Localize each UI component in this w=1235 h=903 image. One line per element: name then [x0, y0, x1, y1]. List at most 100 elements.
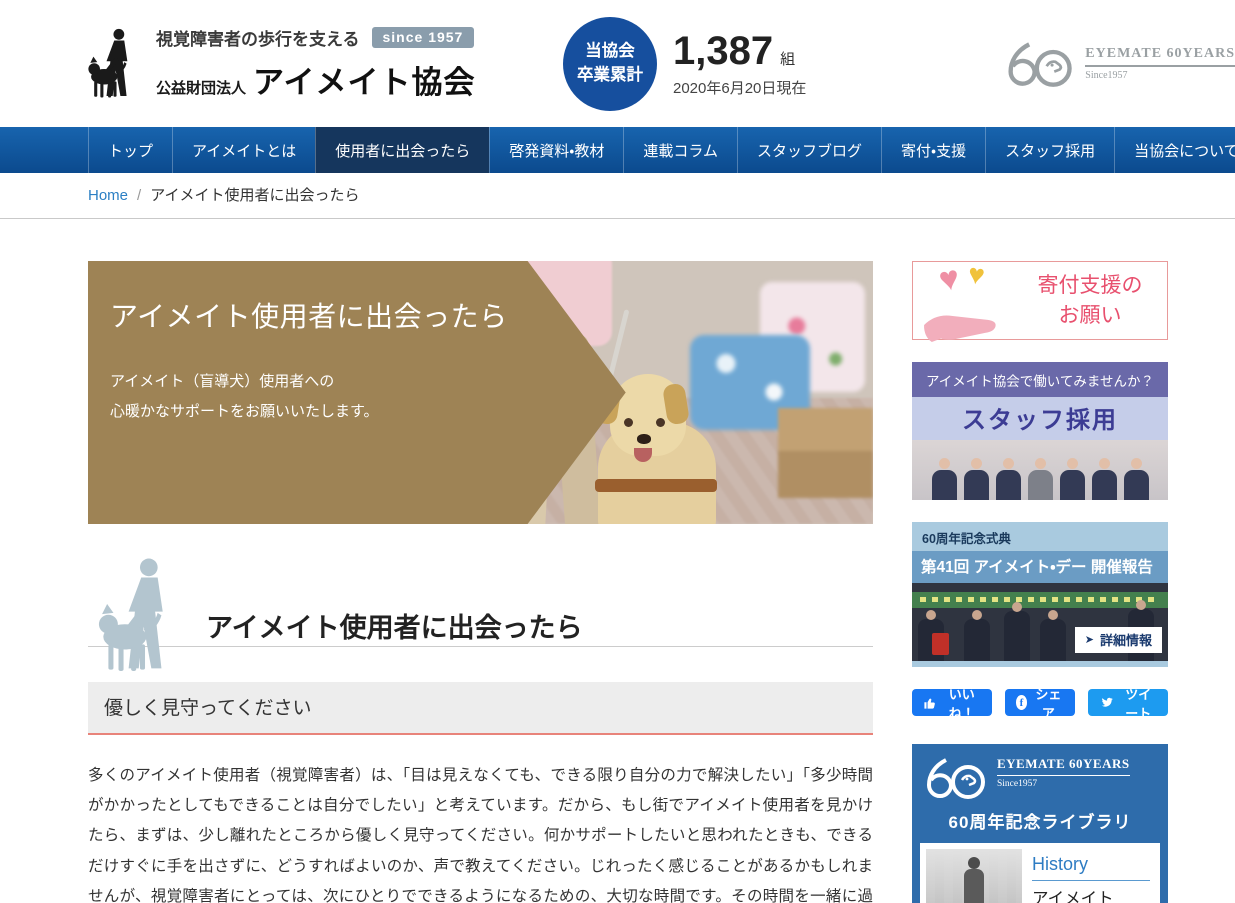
staff-figure — [1059, 458, 1085, 500]
anniversary-library-widget: EYEMATE 60YEARS Since1957 60周年記念ライブラリ Hi… — [912, 744, 1168, 903]
event-photo-figure — [1040, 610, 1066, 661]
nav-item-about-org[interactable]: 当協会について — [1114, 127, 1235, 173]
staff-figure — [1123, 458, 1149, 500]
donation-banner-text: 寄付支援の お願い — [1021, 271, 1167, 330]
event-tag: 60周年記念式典 — [922, 532, 1011, 546]
event-photo-red-sign — [932, 633, 949, 655]
section-heading: 優しく見守ってください — [88, 682, 873, 735]
body-paragraph: 多くのアイメイト使用者（視覚障害者）は、「目は見えなくても、できる限り自分の力で… — [88, 767, 873, 903]
breadcrumb-current: アイメイト使用者に出会ったら — [150, 187, 360, 204]
nav-item-top[interactable]: トップ — [88, 127, 172, 173]
main-nav: トップ アイメイトとは 使用者に出会ったら 啓発資料・教材 連載コラム スタッフ… — [0, 127, 1235, 173]
facebook-icon: f — [1015, 695, 1028, 710]
hero-subtitle-line1: アイメイト（盲導犬）使用者への — [110, 373, 335, 390]
event-photo-figure — [1004, 602, 1030, 661]
hero-banner: アイメイト使用者に出会ったら アイメイト（盲導犬）使用者への 心暖かなサポートを… — [88, 261, 873, 524]
hero-subtitle-line2: 心暖かなサポートをお願いいたします。 — [110, 403, 379, 420]
library-logo-title: EYEMATE 60YEARS — [997, 756, 1130, 776]
since-badge: since 1957 — [371, 27, 475, 48]
nav-item-about-eyemate[interactable]: アイメイトとは — [172, 127, 315, 173]
anniversary-event-banner[interactable]: 60周年記念式典 第41回 アイメイト・デー 開催報告 ➤ 詳細情報 — [912, 522, 1168, 667]
staff-figure — [995, 458, 1021, 500]
like-label: いいね！ — [948, 686, 975, 721]
main-layout: アイメイト使用者に出会ったら アイメイト（盲導犬）使用者への 心暖かなサポートを… — [88, 257, 1168, 903]
tweet-label: ツイート — [1125, 686, 1152, 721]
hero-photo-dog-eye — [655, 417, 665, 427]
stats-numbers: 1,387 組 2020年6月20日現在 — [673, 29, 806, 98]
anniversary-60-logo: EYEMATE 60YEARS Since1957 — [1003, 40, 1235, 88]
staff-group-photo — [912, 440, 1168, 500]
library-logo-subtitle: Since1957 — [997, 779, 1038, 789]
library-heading: 60周年記念ライブラリ — [948, 813, 1132, 832]
nav-item-recruit[interactable]: スタッフ採用 — [985, 127, 1114, 173]
facebook-like-button[interactable]: いいね！ — [912, 687, 992, 721]
event-photo-banner — [912, 592, 1168, 608]
page-title: アイメイト使用者に出会ったら — [206, 613, 583, 643]
breadcrumb-home-link[interactable]: Home — [88, 187, 128, 204]
nav-item-donation[interactable]: 寄付・支援 — [880, 127, 985, 173]
library-card-info: History アイメイト (盲導犬)の歴史 — [1032, 849, 1154, 903]
stats-as-of-date: 2020年6月20日現在 — [673, 80, 807, 97]
heart-icon: ♥ — [965, 257, 987, 292]
event-photo-figure — [964, 610, 990, 661]
breadcrumb: Home / アイメイト使用者に出会ったら — [0, 173, 1235, 219]
anniversary-logo-title: EYEMATE 60YEARS — [1085, 46, 1235, 67]
hero-photo-dog-eye — [624, 417, 634, 427]
org-name: アイメイト協会 — [253, 65, 476, 100]
stats-circle-badge: 当協会 卒業累計 — [563, 16, 657, 111]
nav-item-materials[interactable]: 啓発資料・教材 — [489, 127, 623, 173]
event-detail-label: 詳細情報 — [1099, 633, 1152, 648]
title-divider — [88, 646, 873, 647]
hero-photo-boxes — [778, 407, 873, 498]
header-inner: 視覚障害者の歩行を支える since 1957 公益財団法人 アイメイト協会 当… — [88, 16, 1235, 111]
history-photo-person-head — [968, 857, 980, 869]
hero-subtitle: アイメイト（盲導犬）使用者への 心暖かなサポートをお願いいたします。 — [110, 367, 379, 427]
facebook-share-button[interactable]: f シェア — [1004, 687, 1075, 721]
stats-badge-line1: 当協会 — [585, 42, 635, 61]
stats-badge-line2: 卒業累計 — [577, 65, 643, 84]
anniversary-logo-text: EYEMATE 60YEARS Since1957 — [1085, 46, 1235, 81]
breadcrumb-separator: / — [137, 187, 142, 204]
event-title: 第41回 アイメイト・デー 開催報告 — [912, 551, 1168, 583]
event-detail-button[interactable]: ➤ 詳細情報 — [1074, 627, 1162, 653]
library-logo-text: EYEMATE 60YEARS Since1957 — [997, 756, 1130, 789]
history-photo — [926, 849, 1022, 903]
recruit-title: スタッフ採用 — [912, 397, 1168, 440]
guide-dog-watermark-icon — [90, 556, 195, 676]
logo-text: 視覚障害者の歩行を支える since 1957 公益財団法人 アイメイト協会 — [156, 25, 475, 102]
graduation-count: 1,387 — [673, 29, 774, 73]
nav-item-column[interactable]: 連載コラム — [623, 127, 737, 173]
site-header: 視覚障害者の歩行を支える since 1957 公益財団法人 アイメイト協会 当… — [0, 0, 1235, 127]
nav-item-meeting-users[interactable]: 使用者に出会ったら — [315, 127, 490, 173]
staff-figure — [1027, 458, 1053, 500]
site-tagline: 視覚障害者の歩行を支える — [156, 30, 360, 49]
history-title: アイメイト (盲導犬)の歴史 — [1032, 888, 1154, 903]
event-photo: ➤ 詳細情報 — [912, 583, 1168, 661]
library-60-logo: EYEMATE 60YEARS Since1957 — [920, 754, 1160, 806]
hero-photo-dog-nose — [636, 433, 651, 444]
staff-figure — [1091, 458, 1117, 500]
twitter-bird-icon — [1099, 695, 1114, 710]
event-photo-banner-text — [920, 597, 1160, 602]
content-column: アイメイト使用者に出会ったら アイメイト（盲導犬）使用者への 心暖かなサポートを… — [88, 261, 873, 903]
sidebar: ♥ ♥ 寄付支援の お願い アイメイト協会で働いてみませんか？ スタッフ採用 6… — [912, 257, 1168, 903]
staff-recruit-banner[interactable]: アイメイト協会で働いてみませんか？ スタッフ採用 — [912, 362, 1168, 500]
anniversary-logo-subtitle: Since1957 — [1085, 70, 1128, 81]
nav-item-staff-blog[interactable]: スタッフブログ — [736, 127, 881, 173]
donation-text-line2: お願い — [1058, 303, 1122, 327]
org-type: 公益財団法人 — [156, 80, 247, 97]
guide-dog-logo-icon — [88, 25, 142, 103]
hand-hearts-icon: ♥ ♥ — [913, 257, 1021, 339]
library-history-card[interactable]: History アイメイト (盲導犬)の歴史 — [920, 843, 1160, 903]
graduation-unit: 組 — [780, 51, 796, 68]
hero-photo-dog-harness — [595, 479, 718, 493]
history-photo-person — [964, 869, 984, 903]
staff-figure — [963, 458, 989, 500]
anniversary-60-icon — [922, 756, 988, 800]
tweet-button[interactable]: ツイート — [1087, 687, 1168, 721]
history-tag: History — [1032, 854, 1150, 881]
graduation-stats: 当協会 卒業累計 1,387 組 2020年6月20日現在 — [563, 16, 806, 111]
donation-banner[interactable]: ♥ ♥ 寄付支援の お願い — [912, 257, 1168, 340]
thumbs-up-icon — [923, 696, 937, 710]
site-logo[interactable]: 視覚障害者の歩行を支える since 1957 公益財団法人 アイメイト協会 — [88, 25, 478, 103]
